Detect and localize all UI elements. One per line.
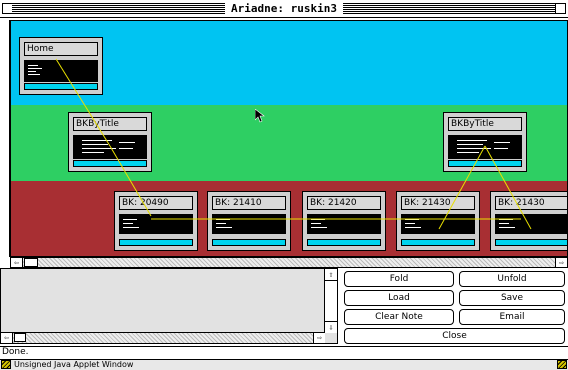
scroll-right-arrow-icon[interactable]: ⇨: [313, 333, 325, 343]
link-bkbytitle-20490: [109, 145, 152, 217]
notes-horizontal-scrollbar[interactable]: ⇦ ⇨: [1, 332, 325, 343]
node-links: [55, 58, 532, 230]
unfold-button[interactable]: Unfold: [459, 271, 565, 287]
canvas-left-edge: [0, 20, 10, 257]
fold-button[interactable]: Fold: [344, 271, 454, 287]
link-home-bkbytitle: [55, 58, 111, 147]
load-button[interactable]: Load: [344, 290, 454, 306]
applet-warning-text: Unsigned Java Applet Window: [0, 359, 568, 370]
graph-canvas[interactable]: Home BKByTitle BKByTitle BK: 20490 BK: 2…: [10, 20, 568, 257]
link-bkbytitle2-21430a: [438, 145, 486, 230]
scroll-thumb[interactable]: [24, 258, 38, 267]
window-titlebar[interactable]: Ariadne: ruskin3: [0, 0, 568, 18]
scroll-left-arrow-icon[interactable]: ⇦: [1, 333, 13, 343]
link-bkbytitle2-21430b: [484, 145, 532, 230]
scroll-right-arrow-icon[interactable]: ⇨: [555, 258, 567, 267]
notes-textarea[interactable]: [1, 269, 325, 333]
scroll-thumb[interactable]: [14, 333, 26, 342]
notes-panel: ⇧ ⇩ ⇦ ⇨: [0, 268, 338, 344]
warning-stripe-icon: [1, 360, 11, 369]
status-text: Done.: [0, 346, 568, 358]
zoom-box-icon[interactable]: [555, 3, 566, 14]
close-button[interactable]: Close: [344, 328, 565, 344]
mouse-pointer-icon: [255, 109, 265, 123]
window-title: Ariadne: ruskin3: [225, 2, 343, 15]
warning-stripe-icon: [557, 360, 567, 369]
scroll-up-arrow-icon[interactable]: ⇧: [325, 269, 337, 281]
notes-vertical-scrollbar[interactable]: ⇧ ⇩: [324, 269, 337, 333]
scroll-down-arrow-icon[interactable]: ⇩: [325, 321, 337, 333]
scroll-left-arrow-icon[interactable]: ⇦: [11, 258, 23, 267]
clear-note-button[interactable]: Clear Note: [344, 309, 454, 325]
save-button[interactable]: Save: [459, 290, 565, 306]
email-button[interactable]: Email: [459, 309, 565, 325]
canvas-horizontal-scrollbar[interactable]: ⇦ ⇨: [10, 257, 568, 268]
